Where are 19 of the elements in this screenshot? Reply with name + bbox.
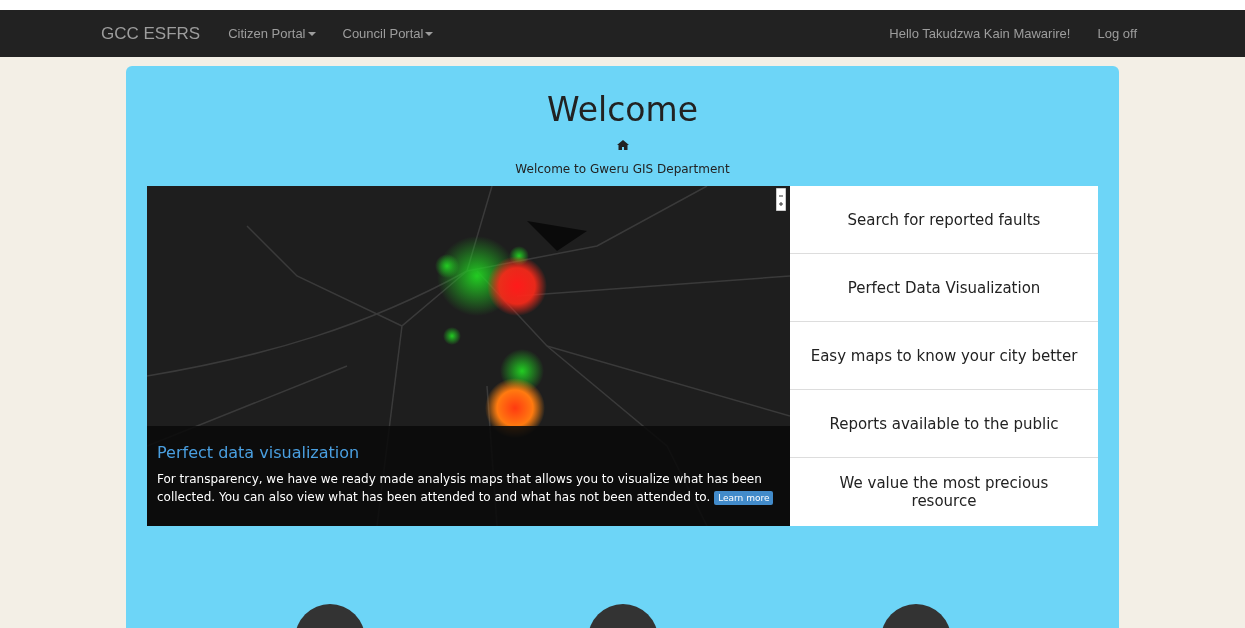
dropdown-menu-link[interactable]: Citizen Portal	[228, 26, 316, 41]
page-title: Welcome	[547, 90, 698, 130]
home-icon	[616, 140, 629, 150]
caret-icon	[425, 31, 434, 36]
caption-text: For transparency, we have we ready made analysis maps that allows you to visualize what has been collected. You can also view what has been attended to and what has not been attended to. Learn more	[157, 470, 780, 506]
feature-list-item[interactable]: Reports available to the public	[790, 390, 1098, 458]
greeting-link[interactable]: Hello Takudzwa Kain Mawarire!	[889, 26, 1071, 41]
dropdown-menu-link[interactable]: Council Portal	[342, 26, 434, 41]
feature-list-item[interactable]: We value the most precious resource	[790, 458, 1098, 526]
learn-more-button[interactable]: Learn more	[714, 491, 774, 505]
brand-link[interactable]: GCC ESFRS	[101, 23, 201, 44]
zoom-control-icon[interactable]	[776, 188, 786, 211]
feature-list-item[interactable]: Search for reported faults	[790, 186, 1098, 254]
feature-list-item[interactable]: Perfect Data Visualization	[790, 254, 1098, 322]
subtitle: Welcome to Gweru GIS Department	[515, 162, 730, 176]
feature-list-item[interactable]: Easy maps to know your city better	[790, 322, 1098, 390]
caret-icon	[307, 31, 316, 36]
logout-link[interactable]: Log off	[1097, 26, 1137, 41]
caption-title: Perfect data visualization	[157, 443, 361, 462]
